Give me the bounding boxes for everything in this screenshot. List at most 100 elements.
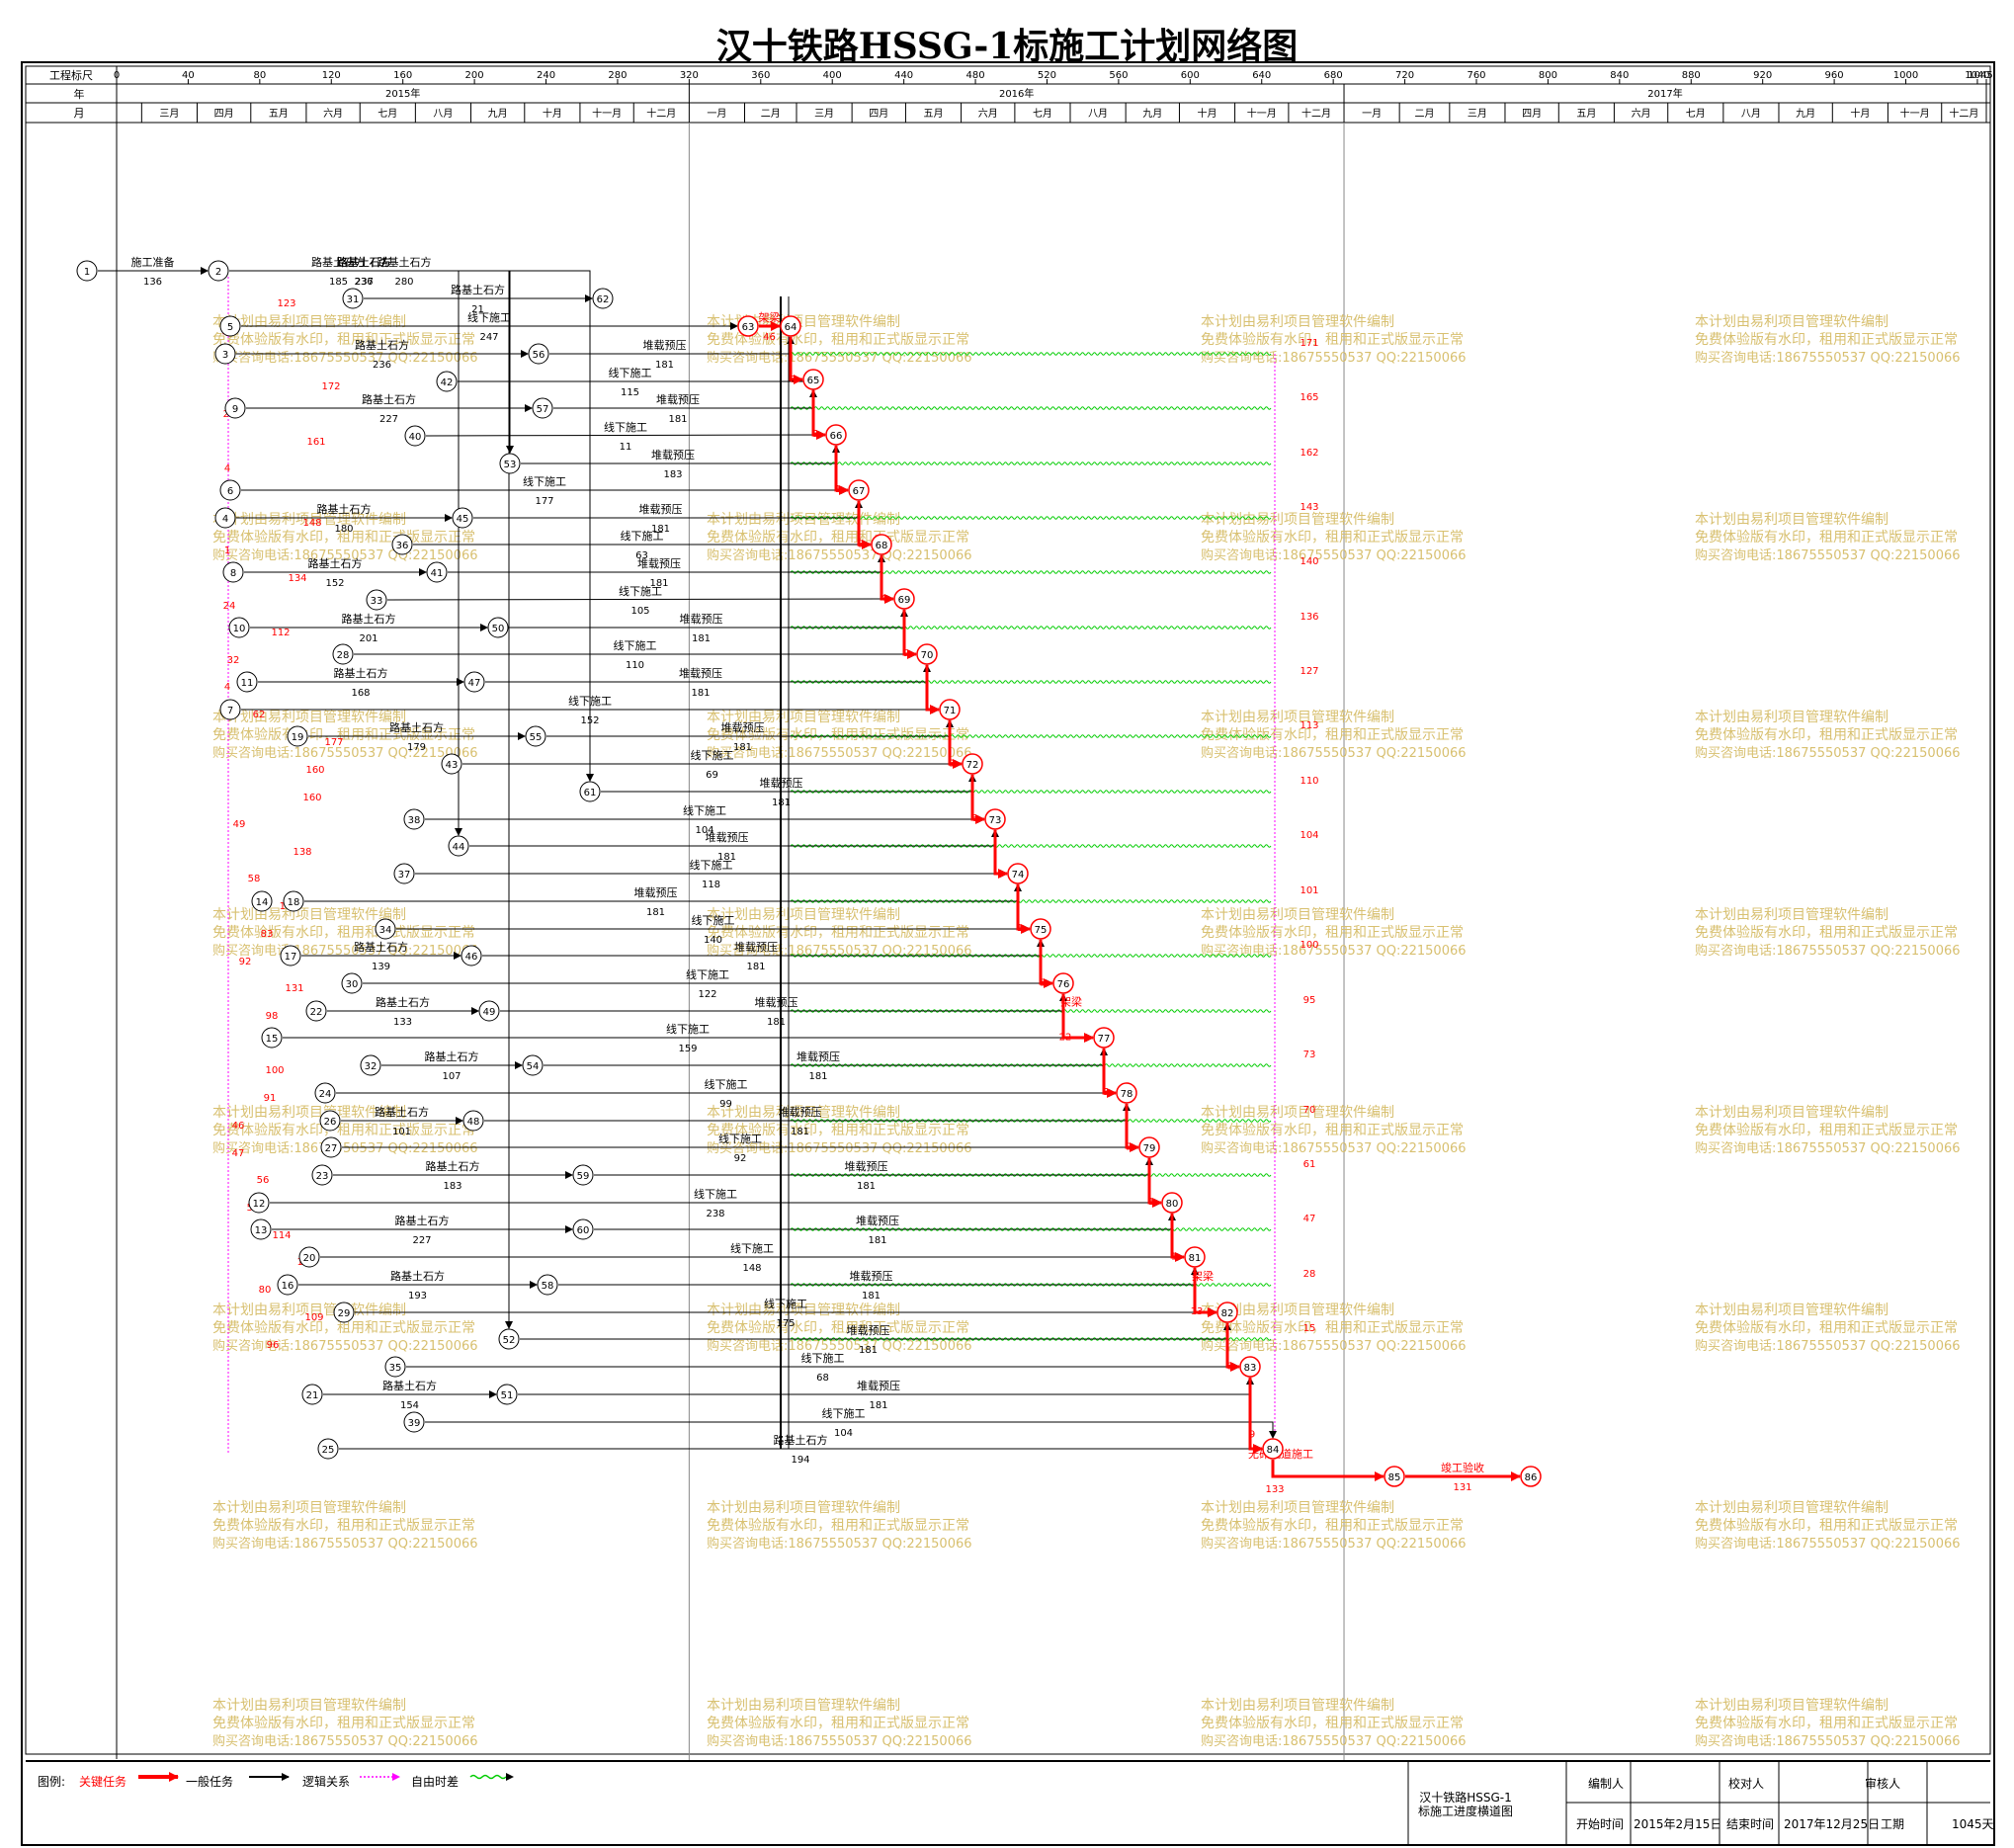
float-label: 70: [1303, 1105, 1316, 1116]
network-node-number: 10: [233, 624, 246, 634]
critical-task-name: 架梁: [1192, 1269, 1214, 1283]
month-label-cell: 六月: [978, 108, 998, 120]
month-label-cell: 十月: [543, 107, 562, 120]
network-node-number: 5: [227, 322, 233, 333]
scale-tick-label: 200: [465, 70, 484, 81]
task-name: 线下施工: [764, 1297, 807, 1310]
watermark-line: 免费体验版有水印，租用和正式版显示正常: [1695, 530, 1958, 546]
watermark-line: 免费体验版有水印，租用和正式版显示正常: [1201, 727, 1464, 743]
network-node-number: 25: [322, 1445, 335, 1456]
watermark-line: 购买咨询电话:18675550537 QQ:22150066: [1695, 943, 1961, 959]
task-name: 堆载预压: [721, 721, 765, 734]
network-node-number: 73: [989, 815, 1002, 826]
network-node-number: 45: [457, 514, 469, 525]
network-node-number: 26: [324, 1117, 337, 1128]
watermark-line: 购买咨询电话:18675550537 QQ:22150066: [1695, 547, 1961, 563]
network-node-number: 28: [337, 650, 350, 661]
task-name: 堆载预压: [680, 613, 723, 626]
task-duration: 181: [692, 633, 711, 644]
month-label-cell: 三月: [814, 108, 834, 120]
watermark-line: 购买咨询电话:18675550537 QQ:22150066: [212, 1733, 478, 1749]
scale-tick-label: 40: [182, 70, 195, 81]
month-label-cell: 二月: [1414, 108, 1434, 120]
task-duration: 110: [626, 660, 644, 671]
watermark-line: 购买咨询电话:18675550537 QQ:22150066: [707, 1536, 972, 1552]
scale-tick-label: 400: [823, 70, 842, 81]
free-float-label: 49: [233, 819, 246, 830]
task-duration: 181: [869, 1400, 887, 1411]
critical-task-duration: 9: [903, 648, 909, 659]
start-label: 开始时间: [1576, 1817, 1625, 1831]
watermark-line: 免费体验版有水印，租用和正式版显示正常: [1201, 1518, 1464, 1534]
task-duration: 68: [816, 1373, 829, 1384]
critical-task-duration: 3: [949, 759, 955, 770]
free-float-label: 4: [224, 463, 230, 474]
watermark-line: 本计划由易利项目管理软件编制: [1695, 907, 1888, 923]
month-label-cell: 九月: [1796, 108, 1815, 120]
duration-value: 1045天: [1952, 1817, 1994, 1831]
task-duration: 181: [772, 798, 791, 808]
critical-task-arrow: [1125, 1104, 1139, 1152]
critical-task-duration: 4: [881, 594, 886, 605]
network-node-number: 8: [230, 568, 236, 579]
network-node-number: 62: [597, 294, 610, 305]
network-node-number: 70: [921, 650, 934, 661]
task-name: 线下施工: [621, 529, 664, 543]
network-node-number: 33: [371, 596, 383, 607]
month-label-cell: 十一月: [1900, 107, 1930, 120]
month-label-cell: 五月: [269, 108, 289, 120]
task-duration: 181: [733, 742, 752, 753]
task-name: 路基土石方: [425, 1050, 479, 1063]
scale-tick-label: 800: [1539, 70, 1557, 81]
free-float-label: 83: [261, 929, 274, 940]
task-name: 堆载预压: [651, 449, 695, 462]
free-float-label: 4: [224, 682, 230, 693]
watermark-line: 免费体验版有水印，租用和正式版显示正常: [1695, 1320, 1958, 1336]
watermark-line: 本计划由易利项目管理软件编制: [707, 314, 900, 330]
network-node-number: 44: [453, 842, 465, 853]
free-float-label: 96: [267, 1340, 280, 1351]
task-name: 堆载预压: [634, 886, 678, 899]
task-name: 路基土石方: [774, 1433, 828, 1447]
critical-task-arrow: [925, 665, 940, 714]
free-float-label: 1: [224, 546, 230, 556]
month-label-cell: 五月: [924, 108, 944, 120]
year-label-cell: 2017年: [1647, 87, 1682, 100]
legend-float-label: 自由时差: [411, 1775, 460, 1789]
month-label-cell: 八月: [433, 108, 453, 120]
task-duration: 115: [621, 387, 639, 398]
scale-tick-label: 1000: [1893, 70, 1918, 81]
task-name: 线下施工: [822, 1406, 866, 1420]
year-label-cell: 2015年: [385, 87, 420, 100]
watermark-line: 本计划由易利项目管理软件编制: [1201, 1105, 1394, 1121]
network-node-number: 20: [303, 1253, 316, 1264]
scale-tick-label: 480: [966, 70, 985, 81]
task-name: 堆载预压: [856, 1215, 899, 1227]
month-label-cell: 十二月: [1301, 107, 1331, 120]
network-node-number: 21: [306, 1390, 319, 1401]
network-node-number: 36: [396, 541, 409, 551]
float-label: 110: [1300, 776, 1318, 787]
task-name: 堆载预压: [850, 1270, 893, 1283]
network-node-number: 64: [785, 322, 797, 333]
task-name: 路基土石方: [390, 1269, 445, 1283]
task-duration: 168: [351, 688, 370, 699]
watermark-line: 免费体验版有水印，租用和正式版显示正常: [212, 1123, 475, 1138]
free-float-label: 109: [304, 1312, 323, 1323]
free-float-label: 160: [302, 793, 321, 803]
scale-tick-label: 520: [1038, 70, 1056, 81]
float-label: 113: [1300, 720, 1318, 731]
task-name: 堆载预压: [679, 667, 722, 680]
scale-tick-label: 640: [1252, 70, 1271, 81]
float-label: 100: [1300, 940, 1318, 951]
network-node-number: 83: [1244, 1363, 1257, 1374]
legend-logic-label: 逻辑关系: [302, 1775, 351, 1789]
scale-tick-label: 760: [1467, 70, 1485, 81]
float-label: 28: [1303, 1269, 1316, 1280]
float-wave: [790, 406, 1272, 410]
month-label-cell: 一月: [707, 108, 726, 120]
network-node-number: 72: [966, 760, 979, 771]
network-node-number: 40: [409, 432, 422, 443]
network-node-number: 60: [577, 1225, 590, 1236]
scale-tick-label: 160: [393, 70, 412, 81]
